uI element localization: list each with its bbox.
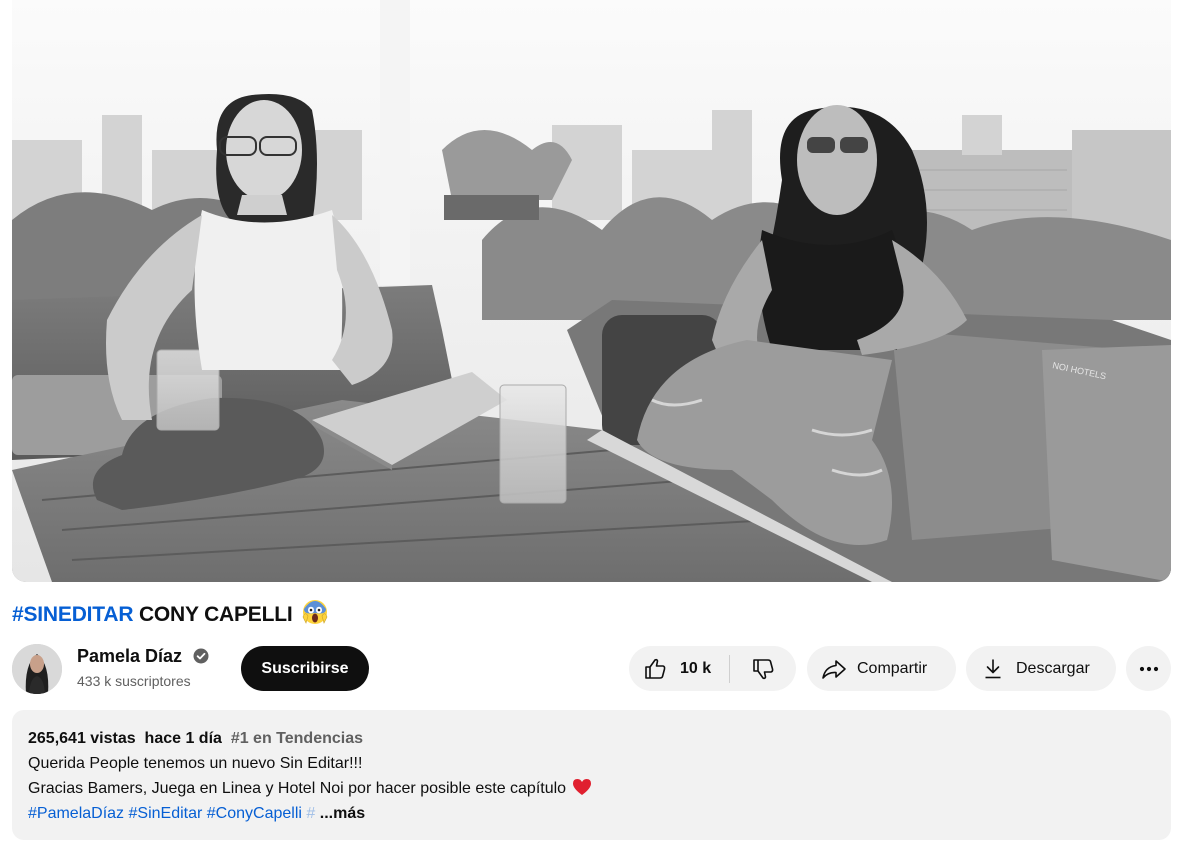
description-box[interactable]: 265,641 vistas hace 1 día #1 en Tendenci… (12, 710, 1171, 840)
share-button[interactable]: Compartir (807, 646, 956, 691)
show-more-button[interactable]: ...más (320, 805, 365, 822)
more-horizontal-icon (1139, 666, 1158, 671)
description-line-1: Querida People tenemos un nuevo Sin Edit… (28, 755, 363, 772)
title-hashtag[interactable]: #SINEDITAR (12, 603, 133, 626)
screaming-face-emoji-icon (302, 600, 328, 624)
view-count: 265,641 vistas (28, 730, 136, 747)
download-label: Descargar (1016, 659, 1090, 677)
download-button[interactable]: Descargar (966, 646, 1116, 691)
hashtag-link[interactable]: #ConyCapelli (207, 805, 302, 822)
title-text: CONY CAPELLI (138, 603, 293, 626)
upload-age: hace 1 día (144, 730, 222, 747)
avatar-image (12, 644, 62, 694)
channel-name-text[interactable]: Pamela Díaz (77, 646, 182, 666)
hashtag-link[interactable]: #SinEditar (129, 805, 203, 822)
description-line-2-text: Gracias Bamers, Juega en Linea y Hotel N… (28, 780, 567, 797)
hashtag-fade: # (306, 805, 316, 822)
description-line-2: Gracias Bamers, Juega en Linea y Hotel N… (28, 776, 1155, 801)
verified-badge-icon (193, 648, 209, 664)
more-actions-button[interactable] (1126, 646, 1171, 691)
video-title: #SINEDITAR CONY CAPELLI (12, 599, 328, 627)
subscribe-button[interactable]: Suscribirse (241, 646, 369, 691)
video-player[interactable]: NOI HOTELS (12, 0, 1171, 582)
download-icon (985, 658, 1001, 678)
channel-avatar[interactable] (12, 644, 62, 694)
thumbs-down-icon (753, 658, 774, 679)
share-arrow-icon (822, 659, 846, 679)
thumbs-up-icon (645, 658, 666, 679)
hashtag-link[interactable]: #PamelaDíaz (28, 805, 124, 822)
trending-badge[interactable]: #1 en Tendencias (231, 730, 363, 747)
dislike-button[interactable] (730, 646, 796, 691)
like-button[interactable]: 10 k (629, 646, 729, 691)
description-meta: 265,641 vistas hace 1 día #1 en Tendenci… (28, 726, 1155, 751)
share-label: Compartir (857, 659, 928, 677)
description-hashtags: #PamelaDíaz #SinEditar #ConyCapelli # ..… (28, 801, 1155, 826)
like-count: 10 k (680, 659, 712, 677)
like-dislike-group: 10 k (629, 646, 796, 691)
channel-name[interactable]: Pamela Díaz (77, 646, 209, 667)
red-heart-icon (573, 779, 592, 795)
video-frame: NOI HOTELS (12, 0, 1171, 582)
subscriber-count: 433 k suscriptores (77, 673, 191, 689)
